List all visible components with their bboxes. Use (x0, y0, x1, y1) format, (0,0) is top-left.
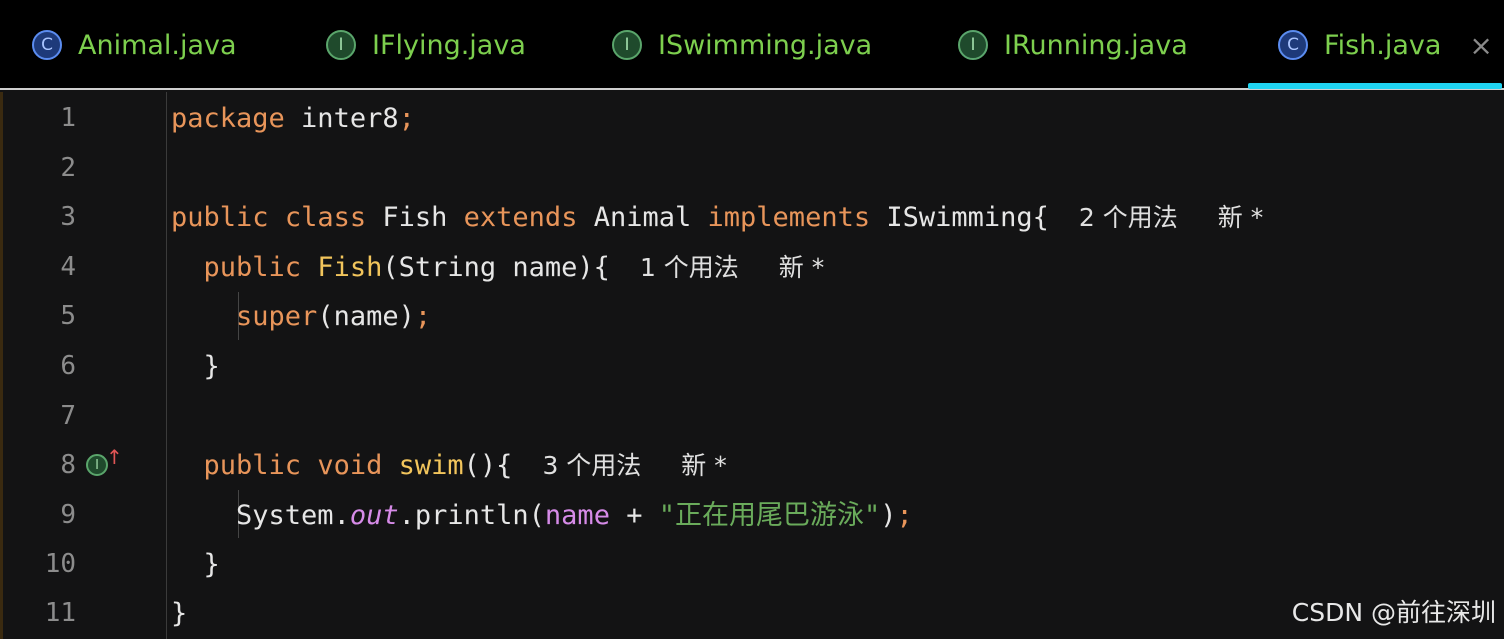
code-line-4: 4 public Fish(String name){1 个用法新 * (0, 243, 1504, 293)
code-line-10: 10 } (0, 540, 1504, 590)
tab-label: Fish.java (1324, 29, 1442, 61)
code-line-3: 3 public class Fish extends Animal imple… (0, 193, 1504, 243)
tab-irunning-java[interactable]: I IRunning.java (958, 0, 1188, 90)
class-icon: C (32, 30, 62, 60)
active-tab-indicator (1248, 83, 1502, 89)
code-text: public void swim(){3 个用法新 * (203, 450, 727, 482)
code-text: } (203, 351, 220, 382)
line-number: 2 (60, 152, 76, 183)
watermark: CSDN @前往深圳 (1291, 598, 1496, 627)
line-number: 6 (60, 351, 76, 381)
tab-label: Animal.java (78, 29, 237, 61)
code-line-5: 5 super(name); (0, 292, 1504, 342)
code-line-1: 1 package inter8; (0, 94, 1504, 144)
usages-hint[interactable]: 3 个用法 (542, 451, 641, 480)
tab-label: IRunning.java (1004, 29, 1188, 61)
line-number: 3 (60, 202, 76, 233)
line-number: 8 (60, 450, 76, 481)
ide-window: C Animal.java I IFlying.java I ISwimming… (0, 0, 1504, 639)
author-hint[interactable]: 新 * (1218, 203, 1263, 232)
tab-iswimming-java[interactable]: I ISwimming.java (612, 0, 872, 90)
tab-iflying-java[interactable]: I IFlying.java (326, 0, 526, 90)
code-line-9: 9 System.out.println(name + "正在用尾巴游泳"); (0, 491, 1504, 541)
editor-tab-bar: C Animal.java I IFlying.java I ISwimming… (0, 0, 1504, 90)
tab-fish-java[interactable]: C Fish.java × (1278, 0, 1493, 90)
code-text: System.out.println(name + "正在用尾巴游泳"); (236, 499, 913, 531)
usages-hint[interactable]: 2 个用法 (1079, 203, 1178, 232)
line-number: 11 (44, 598, 76, 628)
usages-hint[interactable]: 1 个用法 (640, 253, 739, 282)
code-text: public Fish(String name){1 个用法新 * (203, 251, 825, 283)
tab-animal-java[interactable]: C Animal.java (32, 0, 237, 90)
code-line-8: 8 I ↑ public void swim(){3 个用法新 * (0, 441, 1504, 491)
code-text: super(name); (236, 301, 432, 333)
interface-icon: I (612, 30, 642, 60)
code-line-7: 7 (0, 392, 1504, 442)
code-text: package inter8; (171, 103, 415, 134)
code-line-11: 11 } (0, 589, 1504, 639)
class-icon: C (1278, 30, 1308, 60)
interface-icon: I (326, 30, 356, 60)
close-icon[interactable]: × (1469, 29, 1492, 62)
implements-method-icon[interactable]: I (86, 454, 108, 477)
tab-label: IFlying.java (372, 29, 526, 61)
arrow-up-icon[interactable]: ↑ (106, 445, 123, 469)
line-number: 10 (44, 549, 76, 580)
code-line-2: 2 (0, 144, 1504, 194)
code-text: } (203, 549, 220, 581)
line-number: 5 (60, 301, 76, 332)
tab-label: ISwimming.java (658, 29, 873, 61)
interface-icon: I (958, 30, 988, 60)
code-line-6: 6 } (0, 342, 1504, 392)
code-text: public class Fish extends Animal impleme… (171, 202, 1264, 234)
line-number: 9 (60, 499, 76, 530)
author-hint[interactable]: 新 * (779, 253, 824, 282)
line-number: 1 (60, 103, 76, 133)
author-hint[interactable]: 新 * (681, 451, 726, 480)
line-number: 4 (60, 251, 76, 282)
code-text: } (171, 598, 188, 629)
line-number: 7 (60, 400, 76, 431)
